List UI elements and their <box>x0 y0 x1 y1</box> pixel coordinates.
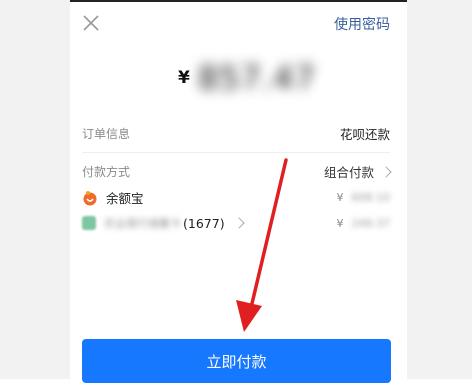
use-password-link[interactable]: 使用密码 <box>334 14 390 34</box>
top-border <box>70 0 407 2</box>
card-suffix: (1677) <box>183 215 225 231</box>
amount-symbol: ¥ <box>336 216 344 230</box>
chevron-right-icon <box>232 217 245 229</box>
order-info-row: 订单信息 花呗还款 <box>82 124 390 143</box>
amount-symbol: ¥ <box>336 191 344 204</box>
payment-amount: ¥ 857.47 <box>178 58 316 98</box>
currency-symbol: ¥ <box>178 68 190 88</box>
chevron-right-icon <box>380 165 392 178</box>
bank-card-icon <box>82 216 96 230</box>
order-info-label: 订单信息 <box>82 127 131 141</box>
method-amount: 249.37 <box>351 216 391 230</box>
pay-method-label: 付款方式 <box>82 165 131 179</box>
amount-value: 857.47 <box>197 59 316 97</box>
divider <box>82 152 390 153</box>
pay-method-value[interactable]: 组合付款 <box>323 162 392 181</box>
pay-now-button[interactable]: 立即付款 <box>82 339 391 383</box>
order-info-value: 花呗还款 <box>339 127 390 142</box>
method-name: 余额宝 <box>106 191 144 206</box>
pay-method-text: 组合付款 <box>323 165 374 180</box>
bank-name: 农业银行储蓄卡 <box>104 217 181 230</box>
left-background <box>0 0 70 379</box>
method-item-bank[interactable]: 农业银行储蓄卡 (1677) ¥ 249.37 <box>82 215 390 231</box>
yuebao-icon <box>83 190 97 205</box>
close-icon[interactable] <box>82 14 100 32</box>
right-background <box>407 0 472 379</box>
method-amount: 608.10 <box>351 191 391 204</box>
method-item-yuebao: 余额宝 ¥ 608.10 <box>82 188 390 207</box>
pay-method-row[interactable]: 付款方式 组合付款 <box>82 162 392 181</box>
